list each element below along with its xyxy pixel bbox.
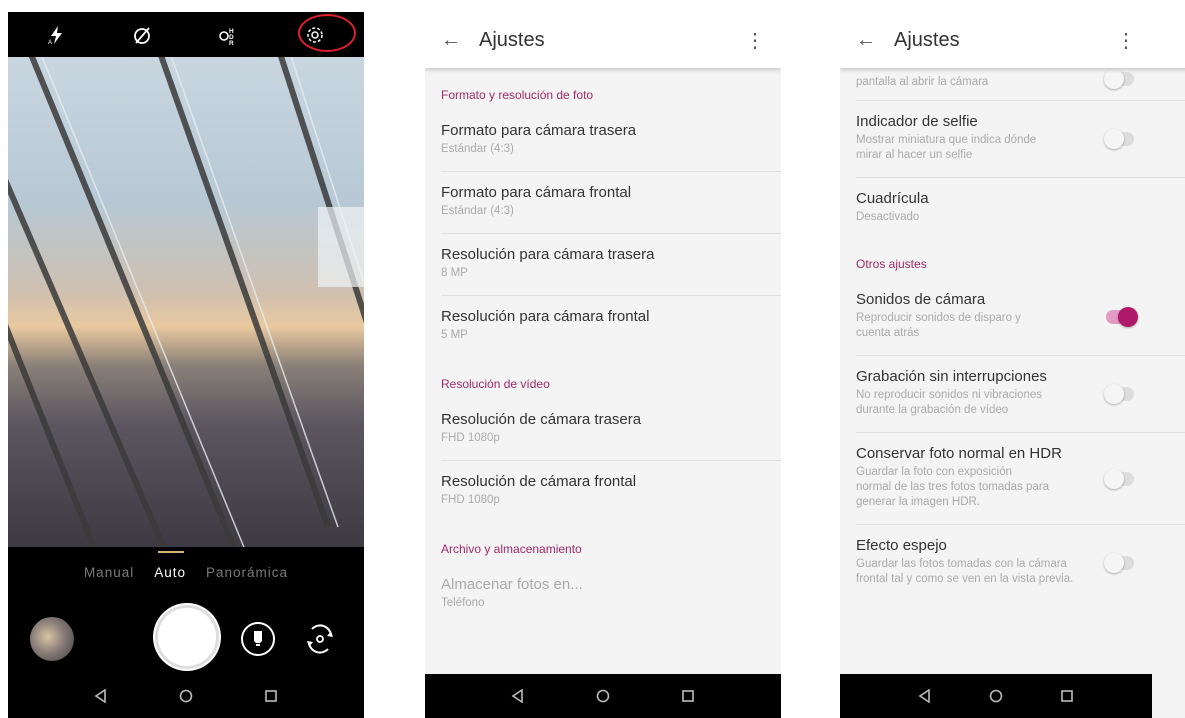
mode-manual[interactable]: Manual [84, 565, 134, 580]
item-title: Sonidos de cámara [856, 291, 986, 308]
flash-auto-icon[interactable]: A [37, 18, 77, 52]
svg-text:R: R [229, 40, 234, 46]
app-bar: ← Ajustes ⋮ [425, 12, 781, 68]
settings-item[interactable]: Sonidos de cámara Reproducir sonidos de … [856, 279, 1185, 356]
toggle-switch[interactable] [1104, 553, 1134, 573]
item-title: Almacenar fotos en... [441, 576, 583, 593]
camera-mode-selector: Manual Auto Panorámica [8, 547, 364, 597]
item-title: Formato para cámara frontal [441, 184, 632, 201]
shutter-button[interactable] [155, 605, 219, 669]
back-nav-icon[interactable] [94, 689, 108, 703]
camera-viewfinder[interactable] [8, 57, 364, 547]
item-subtitle: Estándar (4:3) [441, 205, 514, 217]
toggle-switch[interactable] [1104, 129, 1134, 149]
item-subtitle: FHD 1080p [441, 432, 500, 444]
settings-item[interactable]: Conservar foto normal en HDR Guardar la … [856, 433, 1185, 525]
item-subtitle: Estándar (4:3) [441, 143, 514, 155]
recents-nav-icon[interactable] [681, 689, 695, 703]
item-subtitle: Desactivado [856, 211, 920, 223]
toggle-switch[interactable] [1104, 468, 1134, 489]
item-title: Indicador de selfie [856, 113, 978, 130]
page-title: Ajustes [894, 28, 960, 51]
back-nav-icon[interactable] [918, 689, 932, 703]
home-nav-icon[interactable] [596, 689, 610, 703]
settings-item[interactable]: Resolución de cámara frontal FHD 1080p [441, 461, 781, 522]
item-title: Grabación sin interrupciones [856, 368, 1047, 385]
item-title: Resolución para cámara frontal [441, 308, 650, 325]
item-title: Formato para cámara trasera [441, 122, 637, 139]
item-title: Resolución de cámara frontal [441, 473, 637, 490]
system-navbar [425, 674, 781, 718]
recents-nav-icon[interactable] [1060, 689, 1074, 703]
settings-item[interactable]: Indicador de selfie Mostrar miniatura qu… [856, 101, 1185, 178]
settings-item[interactable]: Resolución para cámara trasera 8 MP [441, 234, 781, 296]
settings-item-partial[interactable]: pantalla al abrir la cámara [856, 68, 1185, 101]
settings-item[interactable]: Formato para cámara frontal Estándar (4:… [441, 172, 781, 234]
settings-list: Formato y resolución de foto Formato par… [425, 68, 781, 625]
settings-item[interactable]: Resolución de cámara trasera FHD 1080p [441, 399, 781, 461]
settings-item[interactable]: Efecto espejo Guardar las fotos tomadas … [856, 525, 1185, 601]
section-header: Formato y resolución de foto [441, 88, 594, 102]
settings-list: pantalla al abrir la cámara Indicador de… [840, 68, 1185, 601]
settings-item[interactable]: Almacenar fotos en... Teléfono [441, 564, 781, 625]
settings-item[interactable]: Cuadrícula Desactivado [856, 178, 1185, 239]
system-navbar [840, 674, 1152, 718]
item-title: Resolución de cámara trasera [441, 411, 642, 428]
recents-nav-icon[interactable] [264, 689, 278, 703]
toggle-switch[interactable] [1104, 69, 1134, 89]
section-header: Archivo y almacenamiento [441, 542, 582, 556]
page-title: Ajustes [479, 28, 545, 51]
item-title: Conservar foto normal en HDR [856, 445, 1062, 462]
svg-text:A: A [48, 40, 52, 45]
home-nav-icon[interactable] [989, 689, 1003, 703]
item-subtitle: 5 MP [441, 329, 468, 341]
back-nav-icon[interactable] [511, 689, 525, 703]
item-subtitle: Guardar la foto con exposición normal de… [856, 466, 1050, 508]
more-options-icon[interactable]: ⋮ [1116, 28, 1136, 53]
mode-panoramica[interactable]: Panorámica [206, 565, 288, 580]
camera-screen: A HDR Manual Auto Panorámica [8, 12, 364, 718]
back-arrow-icon[interactable]: ← [856, 29, 894, 52]
section-header: Otros ajustes [856, 257, 927, 271]
mode-auto[interactable]: Auto [154, 550, 186, 580]
highlight-circle [298, 14, 356, 52]
item-title: Resolución para cámara trasera [441, 246, 655, 263]
back-arrow-icon[interactable]: ← [441, 29, 479, 52]
item-title: Cuadrícula [856, 190, 929, 207]
item-title: Efecto espejo [856, 537, 947, 554]
app-bar: ← Ajustes ⋮ [840, 12, 1185, 68]
more-options-icon[interactable]: ⋮ [745, 28, 765, 53]
lightbulb-icon[interactable] [241, 622, 275, 656]
switch-camera-icon[interactable] [300, 619, 340, 659]
settings-item[interactable]: Grabación sin interrupciones No reproduc… [856, 356, 1185, 433]
settings-item[interactable]: Formato para cámara trasera Estándar (4:… [441, 110, 781, 172]
system-navbar [8, 674, 364, 718]
settings-screen-right: ← Ajustes ⋮ pantalla al abrir la cámara … [840, 12, 1185, 718]
home-nav-icon[interactable] [179, 689, 193, 703]
settings-item[interactable]: Resolución para cámara frontal 5 MP [441, 296, 781, 357]
settings-screen-left: ← Ajustes ⋮ Formato y resolución de foto… [425, 12, 781, 718]
timer-off-icon[interactable] [123, 18, 163, 52]
item-subtitle: FHD 1080p [441, 494, 500, 506]
gallery-thumbnail[interactable] [30, 617, 74, 661]
item-subtitle: 8 MP [441, 267, 468, 279]
hdr-icon[interactable]: HDR [209, 18, 249, 52]
item-subtitle: Teléfono [441, 597, 485, 609]
toggle-switch[interactable] [1106, 307, 1138, 327]
camera-controls [8, 597, 364, 677]
toggle-switch[interactable] [1104, 384, 1134, 404]
section-header: Resolución de vídeo [441, 377, 550, 391]
